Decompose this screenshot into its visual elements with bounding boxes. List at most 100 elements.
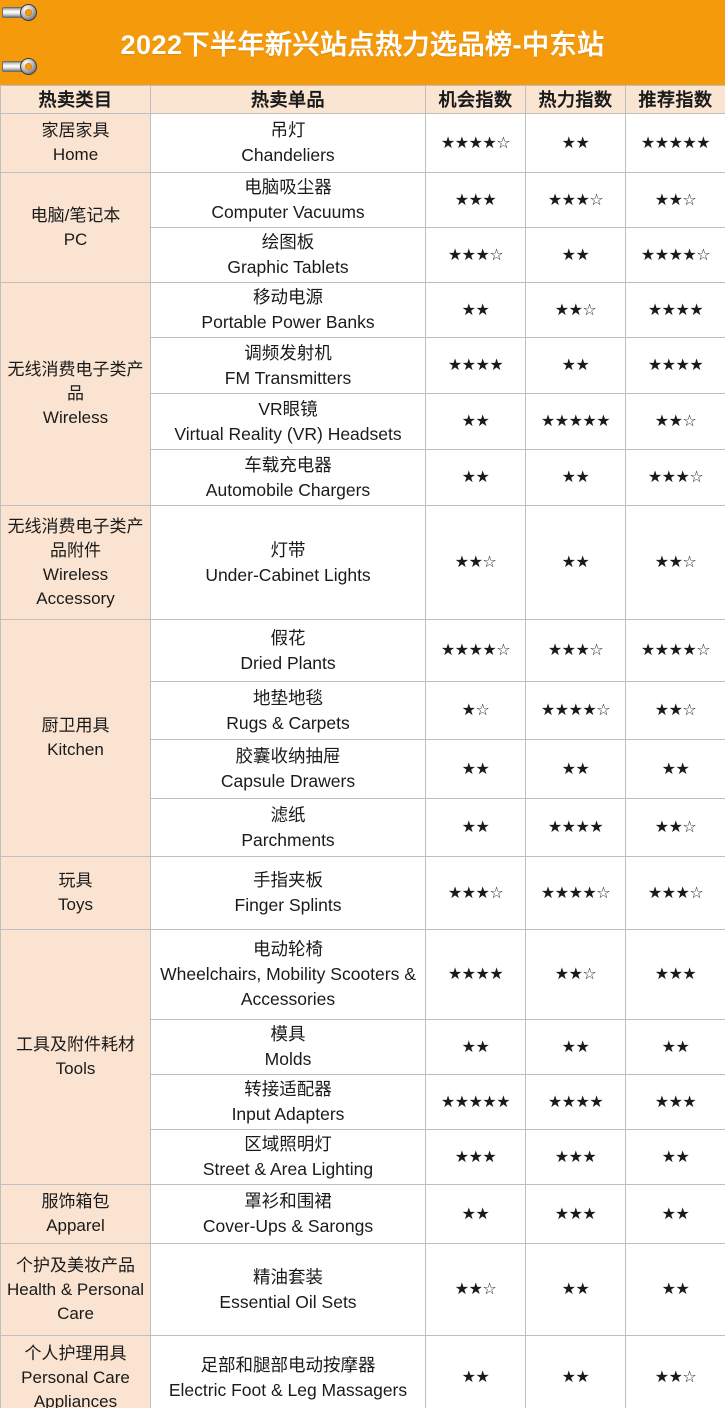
column-header-recommend: 推荐指数	[625, 85, 725, 114]
star-rating: ★★★★☆	[640, 640, 711, 659]
recommend-index-cell: ★★☆	[625, 505, 725, 620]
star-rating: ★★★★☆	[440, 640, 511, 659]
category-cell: 个护及美妆产品 Health & Personal Care	[0, 1243, 151, 1336]
item-name-cn: 手指夹板	[253, 870, 323, 890]
recommend-index-cell: ★★☆	[625, 172, 725, 228]
star-rating: ★★★☆	[447, 244, 504, 264]
recommend-index-cell: ★★★★	[625, 282, 725, 338]
star-rating: ★★☆	[654, 552, 697, 571]
category-label-cn: 工具及附件耗材	[16, 1035, 135, 1054]
star-rating: ★☆	[461, 700, 490, 719]
heat-index-cell: ★★	[525, 337, 626, 394]
item-name-en: Input Adapters	[231, 1104, 345, 1124]
opportunity-index-cell: ★★	[425, 393, 526, 450]
star-rating: ★★★★	[547, 1091, 604, 1111]
recommend-index-cell: ★★	[625, 1129, 725, 1185]
column-header-opportunity: 机会指数	[425, 85, 526, 114]
category-label-en: PC	[63, 229, 88, 249]
item-cell: 假花 Dried Plants	[150, 619, 426, 682]
heat-index-cell: ★★★☆	[525, 172, 626, 228]
opportunity-index-cell: ★★	[425, 739, 526, 799]
item-cell: 车载充电器 Automobile Chargers	[150, 449, 426, 506]
star-rating: ★★	[561, 467, 590, 486]
item-cell: 足部和腿部电动按摩器 Electric Foot & Leg Massagers	[150, 1335, 426, 1408]
star-rating: ★★★★☆	[440, 132, 511, 152]
opportunity-index-cell: ★★★	[425, 172, 526, 228]
item-cell: 地垫地毯 Rugs & Carpets	[150, 681, 426, 740]
category-label-en: Kitchen	[47, 740, 104, 759]
star-rating: ★★★★	[647, 355, 704, 374]
item-name-en: Parchments	[241, 829, 335, 850]
item-cell: 吊灯 Chandeliers	[150, 113, 426, 173]
item-name-en: Cover-Ups & Sarongs	[202, 1216, 374, 1236]
recommend-index-cell: ★★☆	[625, 393, 725, 450]
star-rating: ★★	[461, 1367, 490, 1386]
star-rating: ★★	[661, 1036, 690, 1056]
opportunity-index-cell: ★★★★☆	[425, 113, 526, 173]
star-rating: ★★☆	[454, 1279, 497, 1298]
item-name-cn: 电脑吸尘器	[244, 177, 332, 197]
category-label-cn: 个护及美妆产品	[16, 1255, 135, 1275]
recommend-index-cell: ★★★	[625, 929, 725, 1020]
star-rating: ★★★☆	[647, 882, 704, 902]
category-cell: 家居家具 Home	[0, 113, 151, 173]
opportunity-index-cell: ★★★★☆	[425, 619, 526, 682]
star-rating: ★★	[461, 299, 490, 319]
star-rating: ★★	[561, 758, 590, 778]
opportunity-index-cell: ★★★☆	[425, 856, 526, 930]
star-rating: ★★★★★	[540, 411, 611, 430]
item-name-cn: 电动轮椅	[253, 939, 323, 959]
recommend-index-cell: ★★	[625, 739, 725, 799]
star-rating: ★★☆	[654, 189, 697, 209]
star-rating: ★★	[661, 1146, 690, 1166]
category-cell: 个人护理用具 Personal Care Appliances	[0, 1335, 151, 1408]
opportunity-index-cell: ★★★	[425, 1129, 526, 1185]
item-cell: 转接适配器 Input Adapters	[150, 1074, 426, 1130]
heat-index-cell: ★★	[525, 227, 626, 283]
table-row: 电脑/笔记本 PC 电脑吸尘器 Computer Vacuums ★★★ ★★★☆ ★★☆	[0, 172, 725, 283]
star-rating: ★★★☆	[547, 189, 604, 209]
table-row: 玩具 Toys 手指夹板 Finger Splints ★★★☆ ★★★★☆ ★★★☆	[0, 856, 725, 930]
item-name-cn: 车载充电器	[244, 454, 332, 475]
item-cell: 手指夹板 Finger Splints	[150, 856, 426, 930]
star-rating: ★★	[461, 817, 490, 836]
star-rating: ★★	[561, 1036, 590, 1056]
heat-index-cell: ★★★	[525, 1129, 626, 1185]
recommend-index-cell: ★★★★☆	[625, 227, 725, 283]
binder-clip-ring	[20, 58, 37, 75]
table-row: 厨卫用具 Kitchen 假花 Dried Plants ★★★★☆ ★★★☆ ★★★★☆	[0, 619, 725, 857]
star-rating: ★★☆	[654, 700, 697, 719]
item-name-cn: 精油套装	[253, 1266, 323, 1287]
star-rating: ★★☆	[654, 817, 697, 836]
item-name-cn: 调频发射机	[244, 342, 332, 363]
item-cell: 滤纸 Parchments	[150, 798, 426, 857]
category-label-cn: 家居家具	[41, 121, 110, 140]
table-row: 个人护理用具 Personal Care Appliances 足部和腿部电动按摩器…	[0, 1335, 725, 1408]
recommend-index-cell: ★★★★	[625, 337, 725, 394]
category-label-en: Personal Care Appliances	[21, 1367, 130, 1408]
opportunity-index-cell: ★★	[425, 798, 526, 857]
heat-index-cell: ★★★☆	[525, 619, 626, 682]
binder-clip-top-icon	[2, 4, 38, 21]
item-name-cn: 吊灯	[270, 120, 306, 140]
opportunity-index-cell: ★★☆	[425, 505, 526, 620]
recommend-index-cell: ★★★☆	[625, 856, 725, 930]
star-rating: ★★★★	[447, 964, 504, 983]
item-name-cn: 罩衫和围裙	[244, 1191, 332, 1211]
heat-index-cell: ★★	[525, 505, 626, 620]
opportunity-index-cell: ★★	[425, 1019, 526, 1075]
star-rating: ★★★	[454, 1146, 497, 1166]
star-rating: ★★☆	[654, 411, 697, 430]
item-name-en: Dried Plants	[240, 652, 336, 673]
item-cell: 区域照明灯 Street & Area Lighting	[150, 1129, 426, 1185]
opportunity-index-cell: ★★★★★	[425, 1074, 526, 1130]
star-rating: ★★★	[554, 1203, 597, 1223]
recommend-index-cell: ★★★	[625, 1074, 725, 1130]
star-rating: ★★	[561, 244, 590, 264]
recommend-index-cell: ★★☆	[625, 681, 725, 740]
star-rating: ★★	[661, 1279, 690, 1298]
recommend-index-cell: ★★	[625, 1019, 725, 1075]
star-rating: ★★	[561, 355, 590, 374]
star-rating: ★★☆	[654, 1367, 697, 1386]
star-rating: ★★	[461, 1036, 490, 1056]
